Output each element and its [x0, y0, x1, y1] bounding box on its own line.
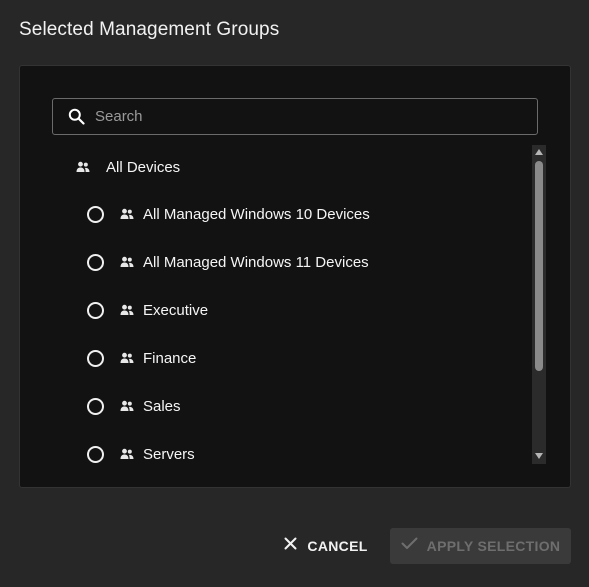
group-label: Finance — [143, 349, 197, 367]
group-icon — [120, 255, 134, 269]
group-radio[interactable] — [87, 301, 104, 319]
scroll-down-arrow-icon[interactable] — [532, 450, 546, 462]
group-label: Servers — [143, 445, 195, 463]
group-label: All Managed Windows 11 Devices — [143, 253, 369, 271]
group-icon — [76, 160, 90, 174]
scrollbar-thumb[interactable] — [535, 161, 543, 371]
group-label: Sales — [143, 397, 181, 415]
list-item-group[interactable]: All Managed Windows 11 Devices — [87, 250, 369, 274]
group-radio[interactable] — [87, 397, 104, 415]
group-label: Executive — [143, 301, 209, 319]
list-item-group[interactable]: Finance — [87, 346, 196, 370]
close-icon — [284, 537, 297, 555]
list-item-group[interactable]: Sales — [87, 394, 181, 418]
search-input[interactable] — [86, 99, 537, 134]
dialog-title: Selected Management Groups — [19, 19, 280, 40]
scroll-up-arrow-icon[interactable] — [532, 146, 546, 158]
group-tree: All Devices All Managed Windows 10 Devic… — [20, 144, 532, 464]
group-icon — [120, 303, 134, 317]
group-icon — [120, 207, 134, 221]
list-item-group[interactable]: All Managed Windows 10 Devices — [87, 202, 370, 226]
list-item-group[interactable]: Servers — [87, 442, 195, 464]
group-selection-panel: All Devices All Managed Windows 10 Devic… — [19, 65, 571, 488]
group-icon — [120, 447, 134, 461]
group-radio[interactable] — [87, 445, 104, 463]
search-icon — [66, 107, 86, 127]
group-label: All Managed Windows 10 Devices — [143, 205, 370, 223]
group-icon — [120, 351, 134, 365]
cancel-button-label: CANCEL — [307, 538, 368, 554]
tree-root-all-devices[interactable]: All Devices — [76, 157, 180, 177]
checkmark-icon — [401, 537, 418, 555]
list-item-group[interactable]: Executive — [87, 298, 208, 322]
apply-selection-button[interactable]: APPLY SELECTION — [390, 528, 571, 564]
tree-scrollbar[interactable] — [532, 145, 546, 464]
group-radio[interactable] — [87, 349, 104, 367]
group-radio[interactable] — [87, 205, 104, 223]
tree-root-label: All Devices — [106, 158, 181, 176]
group-icon — [120, 399, 134, 413]
group-radio[interactable] — [87, 253, 104, 271]
search-box[interactable] — [52, 98, 538, 135]
apply-button-label: APPLY SELECTION — [426, 538, 561, 554]
cancel-button[interactable]: CANCEL — [274, 528, 378, 564]
